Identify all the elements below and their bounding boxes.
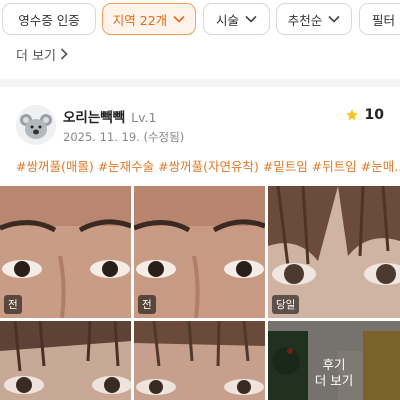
chip-label: 추천순: [287, 12, 323, 28]
photo-badge: 전: [4, 295, 22, 314]
review-photo[interactable]: [134, 321, 265, 400]
more-label: 더 보기: [16, 48, 57, 64]
eye-photo: [0, 321, 131, 400]
review-photo[interactable]: 전: [0, 186, 131, 318]
sort-filter-chip[interactable]: 추천순: [276, 3, 352, 35]
photo-badge: 전: [138, 295, 156, 314]
more-reviews-photo[interactable]: 후기 더 보기: [268, 321, 400, 400]
review-photo[interactable]: [0, 321, 131, 400]
procedure-tags[interactable]: #쌍꺼풀(매몰) #눈재수술 #쌍꺼풀(자연유착) #밑트임 #뒤트임 #눈매.…: [16, 156, 400, 175]
chevron-right-icon: [60, 48, 68, 60]
procedure-filter-chip[interactable]: 시술: [203, 3, 270, 35]
review-date: 2025. 11. 19. (수정됨): [63, 130, 185, 144]
chevron-down-icon: [328, 15, 340, 23]
star-icon: [345, 109, 358, 121]
review-photo[interactable]: 전: [134, 186, 265, 318]
photo-badge: 당일: [272, 295, 300, 314]
overlay-line2: 더 보기: [314, 372, 354, 388]
chevron-down-icon: [245, 15, 257, 23]
koala-avatar-icon: [16, 105, 56, 145]
chip-label: 지역 22개: [112, 12, 168, 28]
username: 오리는빽빽: [63, 110, 126, 126]
chip-label: 시술: [215, 12, 239, 28]
review-author[interactable]: 오리는빽빽 Lv.1: [63, 106, 156, 126]
rating-value: 10: [364, 107, 384, 123]
user-level: Lv.1: [131, 110, 157, 125]
overlay-line1: 후기: [322, 356, 346, 372]
filter-chip[interactable]: 필터: [359, 3, 400, 35]
region-filter-chip[interactable]: 지역 22개: [102, 3, 196, 35]
filter-chip-bar: 영수증 인증 지역 22개 시술 추천순 필터: [0, 3, 400, 35]
section-divider: [0, 79, 400, 87]
chip-label: 영수증 인증: [18, 12, 80, 28]
chevron-down-icon: [173, 15, 185, 23]
chip-label: 필터: [372, 12, 396, 28]
more-reviews-overlay[interactable]: 후기 더 보기: [268, 321, 400, 400]
more-filters-link[interactable]: 더 보기: [16, 44, 68, 64]
review-rating: 10: [345, 107, 384, 123]
eye-photo: [134, 321, 265, 400]
avatar[interactable]: [16, 105, 56, 145]
receipt-verified-chip[interactable]: 영수증 인증: [2, 3, 96, 35]
review-photo[interactable]: 당일: [268, 186, 400, 318]
